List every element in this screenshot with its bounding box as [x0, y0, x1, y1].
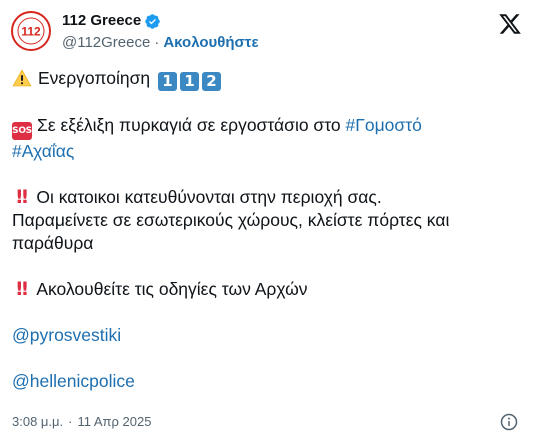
- tweet-body: Ενεργοποίηση 112 SOS Σε εξέλιξη πυρκαγιά …: [12, 67, 527, 393]
- residents-text: Οι κατοικοι κατευθύνονται στην περιοχή σ…: [36, 187, 382, 207]
- keycap-1-icon: 1: [180, 72, 200, 91]
- verified-badge-icon: [145, 13, 161, 29]
- hashtag-achaias[interactable]: #Αχαΐας: [12, 141, 74, 161]
- avatar-text: 112: [21, 25, 41, 39]
- display-name[interactable]: 112 Greece: [62, 11, 141, 31]
- mention-pyrosvestiki[interactable]: @pyrosvestiki: [12, 325, 121, 345]
- fire-alert-line: SOS Σε εξέλιξη πυρκαγιά σε εργοστάσιο στο…: [12, 114, 527, 163]
- mention-hellenicpolice[interactable]: @hellenicpolice: [12, 371, 135, 391]
- activation-text: Ενεργοποίηση: [38, 68, 151, 88]
- sos-icon: SOS: [12, 122, 32, 140]
- tweet-card: 112 112 Greece @112Greece · Ακολουθήστε: [0, 0, 537, 443]
- keycap-1-icon: 1: [158, 72, 178, 91]
- x-logo-icon[interactable]: [498, 12, 522, 36]
- residents-line: !! Οι κατοικοι κατευθύνονται στην περιοχή…: [12, 186, 527, 255]
- tweet-time[interactable]: 3:08 μ.μ.: [12, 413, 63, 431]
- authorities-text: Ακολουθείτε τις οδηγίες των Αρχών: [36, 279, 308, 299]
- authorities-line: !! Ακολουθείτε τις οδηγίες των Αρχών: [12, 278, 527, 301]
- mention-line: @hellenicpolice: [12, 370, 527, 393]
- mention-line: @pyrosvestiki: [12, 324, 527, 347]
- hashtag-gomosto[interactable]: #Γομοστό: [346, 115, 422, 135]
- tweet-footer: 3:08 μ.μ. · 11 Απρ 2025: [12, 413, 151, 431]
- tweet-header: 112 112 Greece @112Greece · Ακολουθήστε: [0, 0, 537, 60]
- double-exclamation-icon: !!: [15, 278, 29, 300]
- stay-indoors-text: Παραμείνετε σε εσωτερικούς χώρους, κλείσ…: [12, 210, 450, 230]
- name-row: 112 Greece: [62, 11, 161, 31]
- handle-row: @112Greece · Ακολουθήστε: [62, 33, 259, 53]
- double-exclamation-icon: !!: [15, 186, 29, 208]
- avatar-logo-icon: 112: [14, 14, 48, 48]
- windows-text: παράθυρα: [12, 233, 94, 253]
- footer-separator: ·: [68, 414, 73, 429]
- keycap-2-icon: 2: [202, 72, 222, 91]
- warning-icon: [12, 69, 32, 87]
- info-icon[interactable]: [500, 413, 518, 431]
- tweet-date[interactable]: 11 Απρ 2025: [77, 413, 151, 431]
- avatar[interactable]: 112: [11, 11, 51, 51]
- handle-separator: ·: [154, 34, 160, 51]
- handle[interactable]: @112Greece: [62, 33, 150, 53]
- follow-button[interactable]: Ακολουθήστε: [163, 33, 258, 53]
- activation-line: Ενεργοποίηση 112: [12, 67, 527, 91]
- fire-alert-text: Σε εξέλιξη πυρκαγιά σε εργοστάσιο στο: [37, 115, 346, 135]
